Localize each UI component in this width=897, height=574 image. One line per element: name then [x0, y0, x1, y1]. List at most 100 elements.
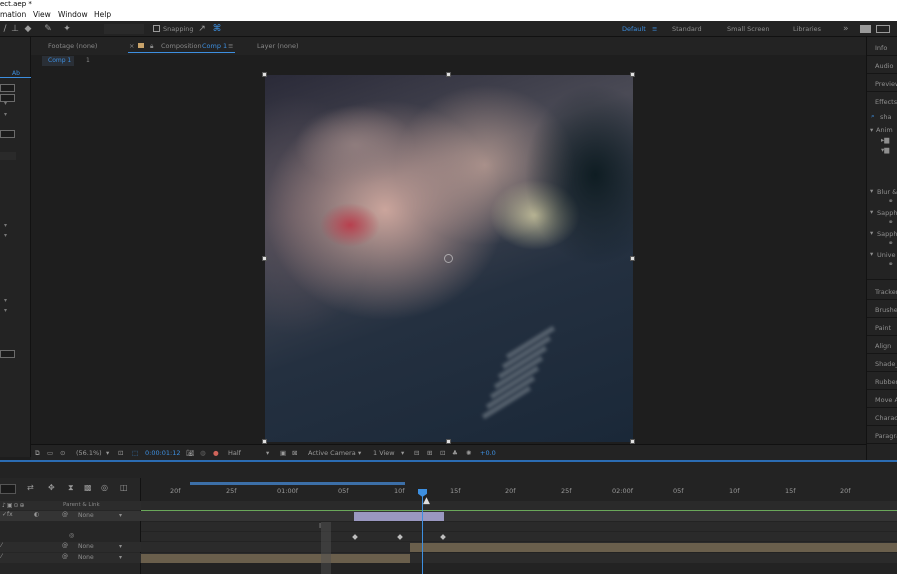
type-tool-icon[interactable]: ⊥ [10, 24, 20, 34]
dropdown-3-icon[interactable]: ▾ [4, 222, 7, 229]
channel-icon[interactable]: ● [213, 447, 219, 459]
work-area-bar[interactable] [190, 482, 405, 485]
panel-align[interactable]: Align [875, 342, 891, 350]
panel-tracker[interactable]: Tracker [875, 288, 897, 296]
brush-tool-icon[interactable]: ✎ [43, 24, 53, 34]
fast-preview-icon[interactable]: ⊞ [427, 447, 432, 459]
dropdown-5-icon[interactable]: ▾ [4, 297, 7, 304]
graph-editor-icon[interactable]: ◫ [120, 483, 128, 492]
breadcrumb-subcomp[interactable]: 1 [86, 56, 90, 66]
effect-preset-icon[interactable]: ⚭ [888, 239, 893, 247]
snap-features-icon[interactable]: ⌘ [212, 24, 222, 34]
expand-icon[interactable]: ▾ [870, 229, 873, 237]
more-workspaces-icon[interactable]: » [843, 23, 849, 35]
expand-icon[interactable]: ▾ [870, 208, 873, 216]
transform-handle[interactable] [630, 256, 635, 261]
tree-expand-icon[interactable]: ▾ [870, 126, 873, 134]
views-chevron-icon[interactable]: ▾ [401, 447, 404, 459]
panel-brushes[interactable]: Brushes [875, 306, 897, 314]
snapping-checkbox[interactable] [153, 25, 160, 32]
zoom-chevron-icon[interactable]: ▾ [106, 447, 109, 459]
transform-handle[interactable] [630, 72, 635, 77]
panel-character[interactable]: Charact [875, 414, 897, 422]
workspace-standard[interactable]: Standard [672, 23, 702, 35]
parent-dropdown[interactable]: None [78, 512, 94, 519]
tab-footage[interactable]: Footage (none) [48, 37, 97, 55]
panel-audio[interactable]: Audio [875, 62, 893, 70]
layer-clip[interactable] [410, 543, 897, 552]
transparency-grid-icon[interactable]: ⊠ [292, 447, 297, 459]
region-icon[interactable]: ⬚ [132, 447, 138, 459]
effects-group-blur[interactable]: Blur & [877, 188, 897, 196]
effect-preset-icon[interactable]: ⚭ [888, 218, 893, 226]
pickwhip-icon[interactable]: @ [62, 542, 68, 549]
dropdown-4-icon[interactable]: ▾ [4, 232, 7, 239]
style-field[interactable] [0, 94, 15, 102]
pen-tool-icon[interactable]: / [0, 24, 10, 34]
fx-switch-icon[interactable]: ✓fx [2, 511, 13, 518]
swatch[interactable] [0, 152, 16, 160]
motion-switch-icon[interactable]: ◐ [34, 511, 39, 518]
snap-edges-icon[interactable]: ↗ [197, 24, 207, 34]
expand-icon[interactable]: ▾ [870, 250, 873, 258]
folder-icon[interactable]: ▾▆ [881, 146, 889, 154]
roi-icon[interactable]: ▣ [280, 447, 286, 459]
exposure-value[interactable]: +0.0 [480, 447, 496, 459]
leading-field[interactable] [0, 350, 15, 358]
mask-icon[interactable]: ⊙ [60, 447, 65, 459]
property-stopwatch-icon[interactable]: ◎ [69, 532, 74, 539]
camera-dropdown[interactable]: Active Camera [308, 447, 356, 459]
layer-search-field[interactable] [0, 484, 16, 494]
zoom-dropdown[interactable]: (56.1%) [76, 447, 102, 459]
effects-search-field[interactable]: sha [880, 113, 892, 121]
panel-shader[interactable]: Shade_ [875, 360, 897, 368]
effect-preset-icon[interactable]: ⚭ [888, 197, 893, 205]
always-preview-icon[interactable]: ⧉ [35, 447, 40, 459]
resolution-dropdown[interactable]: Half [228, 447, 241, 459]
panel-rubberhose[interactable]: Rubber [875, 378, 897, 386]
workspace-small-screen[interactable]: Small Screen [727, 23, 769, 35]
effects-group-sapphire-2[interactable]: Sapphi [877, 230, 897, 238]
layer-visibility-icon[interactable]: ⁄ [1, 542, 2, 549]
dropdown-6-icon[interactable]: ▾ [4, 307, 7, 314]
panel-paint[interactable]: Paint [875, 324, 891, 332]
panel-paragraph[interactable]: Paragra [875, 432, 897, 440]
parent-chevron-icon[interactable]: ▾ [119, 543, 122, 550]
size-field[interactable] [0, 130, 15, 138]
transform-handle[interactable] [262, 72, 267, 77]
layer-visibility-icon[interactable]: ⁄ [1, 553, 2, 560]
draft-3d-icon[interactable]: ✥ [48, 483, 55, 492]
snapshot-icon[interactable]: 📷︎ [186, 447, 194, 459]
transform-handle[interactable] [262, 256, 267, 261]
panel-effects[interactable]: Effects & [875, 98, 897, 106]
timeline-icon[interactable]: ⊡ [440, 447, 445, 459]
resolution-chevron-icon[interactable]: ▾ [266, 447, 269, 459]
tree-item-animation[interactable]: Anim [876, 126, 893, 134]
breadcrumb-comp[interactable]: Comp 1 [42, 56, 74, 66]
parent-chevron-icon[interactable]: ▾ [119, 554, 122, 561]
pickwhip-icon[interactable]: @ [62, 511, 68, 518]
exposure-icon[interactable]: ✺ [466, 447, 471, 459]
parent-dropdown[interactable]: None [78, 543, 94, 550]
workspace-libraries[interactable]: Libraries [793, 23, 821, 35]
panel-info[interactable]: Info [875, 44, 887, 52]
comp-mini-flowchart-icon[interactable]: ⇄ [27, 483, 34, 492]
menu-help[interactable]: Help [94, 9, 111, 21]
pickwhip-icon[interactable]: @ [62, 553, 68, 560]
menu-view[interactable]: View [33, 9, 51, 21]
eraser-tool-icon[interactable]: ◆ [23, 24, 33, 34]
shy-icon[interactable]: ⧗ [68, 483, 74, 493]
parent-chevron-icon[interactable]: ▾ [119, 512, 122, 519]
dropdown-1-icon[interactable]: ▾ [4, 100, 7, 107]
tab-layer[interactable]: Layer (none) [257, 37, 298, 55]
layer-clip[interactable] [354, 512, 444, 521]
transform-handle[interactable] [446, 72, 451, 77]
font-field[interactable] [0, 84, 15, 92]
monitor-icon[interactable]: ▭ [47, 447, 53, 459]
search-help-icon[interactable] [860, 25, 871, 33]
toggle-pixel-icon[interactable]: ⊟ [414, 447, 419, 459]
anchor-point-icon[interactable] [444, 254, 453, 263]
folder-icon[interactable]: ▸▆ [881, 136, 889, 144]
flowchart-icon[interactable]: ♣ [452, 447, 458, 459]
show-snapshot-icon[interactable]: ◍ [200, 447, 206, 459]
